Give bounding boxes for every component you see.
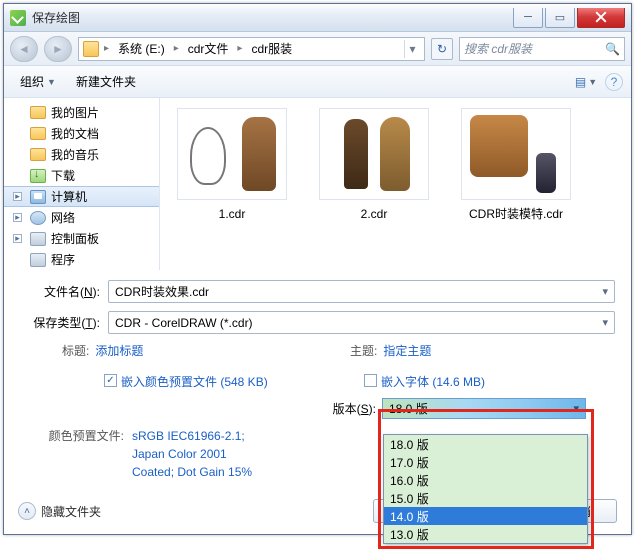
search-input[interactable]: 搜索 cdr服装 🔍: [459, 37, 625, 61]
chevron-right-icon: ▸: [102, 43, 111, 54]
title-link[interactable]: 添加标题: [95, 342, 143, 359]
expand-icon[interactable]: ▸: [13, 213, 22, 222]
color-profiles-label: 颜色预置文件:: [12, 427, 132, 481]
sidebar-item-music[interactable]: 我的音乐: [4, 144, 159, 165]
version-option[interactable]: 16.0 版: [384, 471, 587, 489]
sidebar-item-network[interactable]: ▸网络: [4, 207, 159, 228]
version-dropdown[interactable]: 18.0 版 17.0 版 16.0 版 15.0 版 14.0 版 13.0 …: [383, 434, 588, 544]
refresh-button[interactable]: ↻: [431, 38, 453, 60]
nav-row: ◄ ► ▸ 系统 (E:) ▸ cdr文件 ▸ cdr服装 ▾ ↻ 搜索 cdr…: [4, 32, 631, 66]
embed-font-label[interactable]: 嵌入字体 (14.6 MB): [381, 373, 485, 390]
computer-icon: [30, 190, 46, 204]
file-name: 1.cdr: [174, 206, 290, 222]
maximize-button[interactable]: ▭: [545, 8, 575, 28]
file-thumbnail: [461, 108, 571, 200]
toolbar: 组织▼ 新建文件夹 ▤▼ ?: [4, 66, 631, 98]
sidebar-item-documents[interactable]: 我的文档: [4, 123, 159, 144]
programs-icon: [30, 253, 46, 267]
breadcrumb[interactable]: ▸ 系统 (E:) ▸ cdr文件 ▸ cdr服装 ▾: [78, 37, 425, 61]
network-icon: [30, 211, 46, 225]
nav-forward-button[interactable]: ►: [44, 36, 72, 62]
folder-icon: [30, 148, 46, 161]
file-thumbnail: [319, 108, 429, 200]
file-name: CDR时装模特.cdr: [458, 206, 574, 222]
filetype-label: 保存类型(T):: [20, 314, 108, 331]
embed-font-checkbox[interactable]: [364, 374, 377, 387]
expand-icon[interactable]: ▸: [13, 234, 22, 243]
sidebar-item-computer[interactable]: ▸计算机: [4, 186, 159, 207]
view-options-button[interactable]: ▤▼: [573, 71, 599, 93]
version-select[interactable]: 18.0 版: [382, 398, 586, 419]
breadcrumb-dropdown-icon[interactable]: ▾: [404, 40, 420, 58]
expand-icon[interactable]: ▸: [13, 192, 22, 201]
subject-label: 主题:: [350, 342, 377, 359]
subject-link[interactable]: 指定主题: [383, 342, 431, 359]
nav-back-button[interactable]: ◄: [10, 36, 38, 62]
search-icon: 🔍: [605, 42, 620, 56]
breadcrumb-drive[interactable]: 系统 (E:): [114, 38, 169, 59]
breadcrumb-folder1[interactable]: cdr文件: [184, 38, 233, 59]
sidebar-item-pictures[interactable]: 我的图片: [4, 102, 159, 123]
window-title: 保存绘图: [32, 9, 80, 26]
organize-button[interactable]: 组织▼: [12, 69, 64, 94]
form-area: 文件名(N): CDR时装效果.cdr 保存类型(T): CDR - Corel…: [4, 270, 631, 532]
filetype-select[interactable]: CDR - CorelDRAW (*.cdr): [108, 311, 615, 334]
download-icon: [30, 169, 46, 183]
sidebar-item-controlpanel[interactable]: ▸控制面板: [4, 228, 159, 249]
folder-icon: [30, 127, 46, 140]
breadcrumb-folder2[interactable]: cdr服装: [247, 38, 296, 59]
version-option[interactable]: 13.0 版: [384, 525, 587, 543]
embed-color-label[interactable]: 嵌入颜色预置文件 (548 KB): [121, 373, 268, 390]
version-label: 版本(S):: [320, 400, 382, 417]
version-option[interactable]: 15.0 版: [384, 489, 587, 507]
sidebar-item-programs[interactable]: 程序: [4, 249, 159, 270]
new-folder-button[interactable]: 新建文件夹: [68, 69, 144, 94]
minimize-button[interactable]: ─: [513, 8, 543, 28]
titlebar: 保存绘图 ─ ▭: [4, 4, 631, 32]
search-placeholder: 搜索 cdr服装: [464, 40, 532, 57]
color-profiles-value: sRGB IEC61966-2.1; Japan Color 2001 Coat…: [132, 427, 252, 481]
file-name: 2.cdr: [316, 206, 432, 222]
app-icon: [10, 10, 26, 26]
file-item[interactable]: CDR时装模特.cdr: [458, 108, 574, 260]
filename-label: 文件名(N):: [20, 283, 108, 300]
help-button[interactable]: ?: [605, 73, 623, 91]
close-button[interactable]: [577, 8, 625, 28]
file-thumbnail: [177, 108, 287, 200]
file-grid[interactable]: 1.cdr 2.cdr CDR时装模特.cdr: [160, 98, 631, 270]
embed-color-checkbox[interactable]: ✓: [104, 374, 117, 387]
chevron-right-icon: ▸: [235, 43, 244, 54]
folder-icon: [30, 106, 46, 119]
version-option-selected[interactable]: 14.0 版: [384, 507, 587, 525]
filename-input[interactable]: CDR时装效果.cdr: [108, 280, 615, 303]
sidebar-item-downloads[interactable]: 下载: [4, 165, 159, 186]
control-panel-icon: [30, 232, 46, 246]
title-label: 标题:: [62, 342, 89, 359]
chevron-down-icon: ▼: [47, 77, 56, 87]
version-option[interactable]: 17.0 版: [384, 453, 587, 471]
folder-icon: [83, 41, 99, 57]
file-item[interactable]: 2.cdr: [316, 108, 432, 260]
version-option[interactable]: 18.0 版: [384, 435, 587, 453]
file-item[interactable]: 1.cdr: [174, 108, 290, 260]
chevron-right-icon: ▸: [172, 43, 181, 54]
sidebar: 我的图片 我的文档 我的音乐 下载 ▸计算机 ▸网络 ▸控制面板 程序: [4, 98, 160, 270]
hide-folders-button[interactable]: ˄ 隐藏文件夹: [18, 502, 101, 520]
chevron-up-icon: ˄: [18, 502, 36, 520]
